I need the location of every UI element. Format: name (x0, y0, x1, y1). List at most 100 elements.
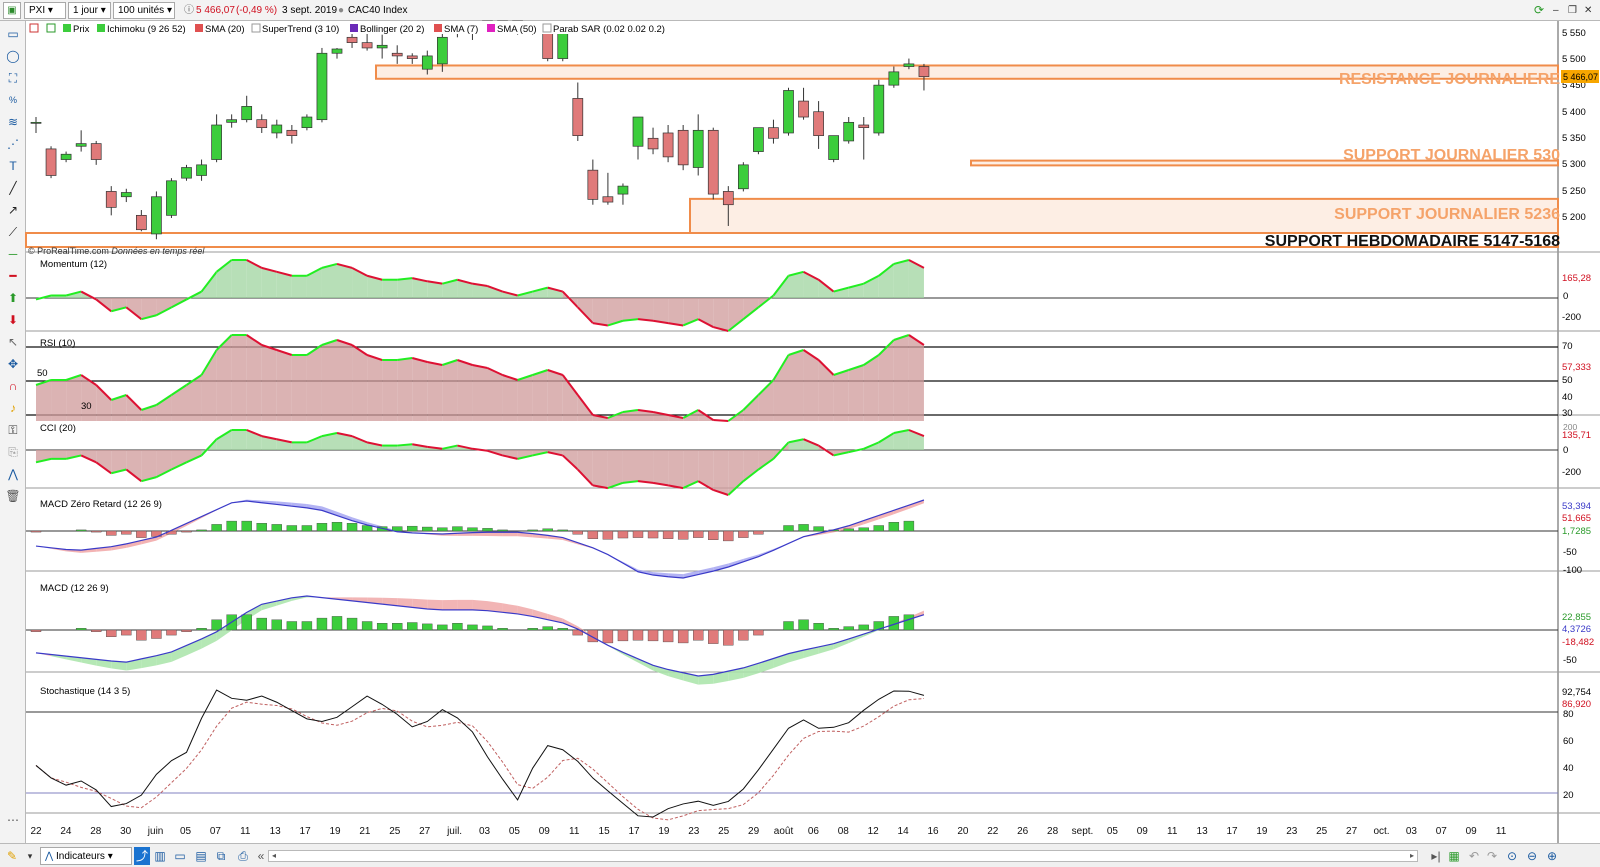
remove-icon[interactable] (29, 23, 39, 33)
candle-down[interactable] (136, 214, 147, 231)
legend-sar[interactable]: Parab SAR (0.02 0.02 0.2) (553, 24, 665, 35)
candle-up[interactable] (843, 121, 855, 142)
candle-up[interactable] (692, 129, 704, 168)
candle-down[interactable] (602, 196, 614, 203)
macd-zr-title[interactable]: MACD Zéro Retard (12 26 9) (40, 499, 162, 510)
pencil-icon[interactable]: ✎ (4, 847, 20, 865)
candle-down[interactable] (918, 66, 930, 77)
legend-sma20[interactable]: SMA (20) (205, 24, 245, 35)
macd-histogram-bar (632, 629, 644, 641)
legend-price[interactable]: Prix (73, 24, 90, 35)
screen-icon[interactable]: ▭ (172, 847, 188, 865)
zoom-in-icon[interactable]: ⊕ (1544, 847, 1560, 865)
candle-up[interactable] (632, 116, 644, 147)
candle-up[interactable] (316, 52, 328, 121)
macd-band (472, 599, 488, 611)
indicators-button[interactable]: ⋀ Indicateurs ▾ (40, 847, 132, 865)
legend-bollinger[interactable]: Bollinger (20 2) (360, 24, 424, 35)
candle-up[interactable] (873, 84, 885, 134)
candle-up[interactable] (617, 185, 629, 195)
macd-zr-histogram-bar (572, 530, 583, 535)
candle-down[interactable] (813, 111, 824, 136)
candle-down[interactable] (662, 132, 674, 158)
candle-down[interactable] (90, 143, 102, 160)
candle-down[interactable] (707, 129, 719, 195)
candle-up[interactable] (241, 106, 253, 121)
candle-up[interactable] (437, 36, 448, 65)
zoom-out-icon[interactable]: ⊖ (1524, 847, 1540, 865)
candle-down[interactable] (858, 124, 870, 129)
candle-up[interactable] (828, 135, 840, 160)
x-axis-label: sept. (1072, 826, 1094, 837)
macd-histogram-bar (271, 619, 282, 631)
candle-up[interactable] (783, 90, 794, 134)
candle-up[interactable] (211, 124, 222, 160)
candle-down[interactable] (768, 127, 779, 139)
candle-down[interactable] (722, 191, 734, 206)
candle-up[interactable] (166, 180, 177, 216)
window-icon[interactable]: ▥ (152, 847, 168, 865)
clone-icon[interactable]: ⧉ (213, 847, 229, 865)
rsi-title[interactable]: RSI (10) (40, 338, 75, 349)
candle-down[interactable] (45, 148, 57, 176)
candle-up[interactable] (75, 143, 87, 147)
scroll-right-icon[interactable]: ▸ (1407, 851, 1417, 861)
candle-down[interactable] (406, 55, 418, 59)
candle-up[interactable] (30, 121, 42, 124)
history-scrollbar[interactable]: ◂ ▸ (268, 850, 1418, 862)
candle-up[interactable] (60, 153, 72, 160)
candle-down[interactable] (346, 36, 358, 43)
stochastic-title[interactable]: Stochastique (14 3 5) (40, 686, 130, 697)
candle-up[interactable] (226, 119, 237, 123)
candle-down[interactable] (105, 191, 117, 208)
candle-down[interactable] (286, 129, 298, 136)
chevron-down-icon[interactable]: ▾ (22, 847, 38, 865)
candle-up[interactable] (181, 167, 192, 179)
candle-down[interactable] (361, 42, 373, 49)
legend-sma50[interactable]: SMA (50) (497, 24, 537, 35)
print-icon[interactable]: ⎙ (235, 847, 251, 865)
add-icon[interactable] (46, 23, 56, 33)
candle-down[interactable] (647, 137, 659, 150)
candle-up[interactable] (903, 63, 915, 67)
zoom-reset-icon[interactable]: ⊙ (1504, 847, 1520, 865)
layout-icon[interactable]: ▤ (193, 847, 209, 865)
candle-up[interactable] (120, 192, 132, 198)
share-icon[interactable]: ⤴ (134, 847, 150, 865)
macd-zr-histogram-bar (888, 522, 900, 532)
legend-sma7[interactable]: SMA (7) (444, 24, 478, 35)
undo-icon[interactable]: ↶ (1466, 847, 1482, 865)
candle-down[interactable] (677, 129, 689, 166)
candle-up[interactable] (737, 164, 749, 190)
spreadsheet-icon[interactable]: ▦ (1446, 847, 1462, 865)
candle-down[interactable] (798, 100, 809, 118)
legend-supertrend[interactable]: SuperTrend (3 10) (262, 24, 339, 35)
scroll-end-icon[interactable]: ▸| (1428, 847, 1444, 865)
macd-zr-histogram-bar (783, 525, 794, 532)
momentum-title[interactable]: Momentum (12) (40, 259, 107, 270)
candle-down[interactable] (391, 52, 403, 57)
cci-title[interactable]: CCI (20) (40, 423, 76, 434)
candle-down[interactable] (256, 119, 268, 129)
candle-up[interactable] (196, 164, 207, 176)
legend-ichimoku[interactable]: Ichimoku (9 26 52) (107, 24, 186, 35)
redo-icon[interactable]: ↷ (1484, 847, 1500, 865)
chart-area[interactable]: RESISTANCE JOURNALIERE SUPPORT JOURNALIE… (0, 0, 1600, 843)
momentum-tick: 0 (1563, 291, 1568, 302)
macd-histogram-bar (90, 629, 102, 632)
scroll-left-double-icon[interactable]: « (253, 847, 269, 865)
candle-up[interactable] (301, 116, 313, 129)
candle-up[interactable] (888, 71, 900, 86)
momentum-area (622, 298, 638, 321)
candle-up[interactable] (376, 44, 388, 49)
candle-up[interactable] (421, 55, 433, 70)
candle-up[interactable] (753, 127, 764, 152)
scroll-left-icon[interactable]: ◂ (269, 851, 279, 861)
macd-zr-histogram-bar (346, 523, 358, 532)
candle-up[interactable] (331, 48, 343, 54)
candle-down[interactable] (572, 98, 584, 136)
candle-up[interactable] (271, 124, 283, 134)
candle-down[interactable] (587, 169, 599, 200)
candle-up[interactable] (151, 196, 162, 235)
macd-title[interactable]: MACD (12 26 9) (40, 583, 109, 594)
